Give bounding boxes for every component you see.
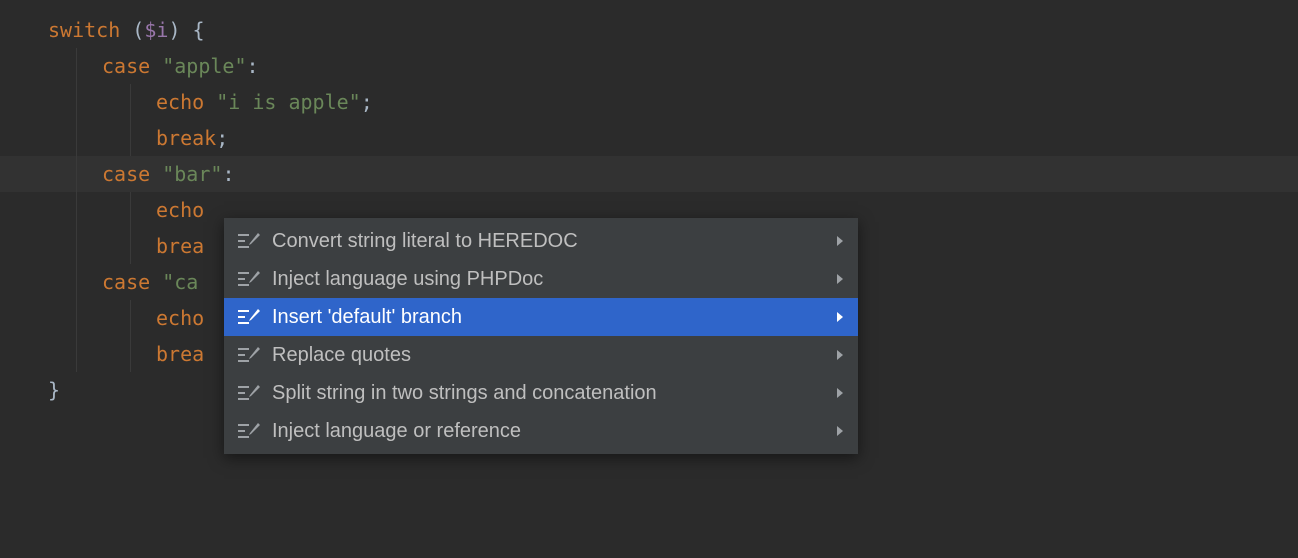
token-pun bbox=[150, 162, 162, 186]
menu-item-label: Convert string literal to HEREDOC bbox=[262, 230, 826, 253]
intention-icon bbox=[236, 347, 262, 363]
code-line-content: echo bbox=[48, 306, 204, 330]
token-pun: : bbox=[222, 162, 234, 186]
token-kw: case bbox=[102, 162, 150, 186]
menu-item[interactable]: Insert 'default' branch bbox=[224, 298, 858, 336]
menu-item-label: Inject language using PHPDoc bbox=[262, 268, 826, 291]
token-kw: echo bbox=[156, 90, 204, 114]
menu-item-label: Inject language or reference bbox=[262, 420, 826, 443]
code-line-content: echo bbox=[48, 198, 204, 222]
code-line-content: echo "i is apple"; bbox=[48, 90, 373, 114]
intention-icon bbox=[236, 423, 262, 439]
token-pun bbox=[204, 90, 216, 114]
menu-item[interactable]: Replace quotes bbox=[224, 336, 858, 374]
token-kw: echo bbox=[156, 198, 204, 222]
menu-item-label: Insert 'default' branch bbox=[262, 306, 826, 329]
token-kw: break bbox=[156, 126, 216, 150]
token-kw: case bbox=[102, 54, 150, 78]
code-line-content: brea bbox=[48, 342, 204, 366]
intention-icon bbox=[236, 233, 262, 249]
token-kw: brea bbox=[156, 342, 204, 366]
token-var: $i bbox=[144, 18, 168, 42]
token-pun: } bbox=[48, 378, 60, 402]
token-pun bbox=[150, 270, 162, 294]
intention-icon bbox=[236, 385, 262, 401]
token-kw: case bbox=[102, 270, 150, 294]
code-line[interactable]: case "apple": bbox=[0, 48, 1298, 84]
token-pun: ) { bbox=[168, 18, 204, 42]
chevron-right-icon bbox=[836, 273, 844, 285]
code-line[interactable]: echo "i is apple"; bbox=[0, 84, 1298, 120]
token-pun: ( bbox=[120, 18, 144, 42]
menu-item[interactable]: Inject language using PHPDoc bbox=[224, 260, 858, 298]
token-pun: ; bbox=[216, 126, 228, 150]
menu-item[interactable]: Inject language or reference bbox=[224, 412, 858, 450]
code-line[interactable]: break; bbox=[0, 120, 1298, 156]
code-line-content: } bbox=[48, 378, 60, 402]
intention-icon bbox=[236, 309, 262, 325]
code-line-content: case "apple": bbox=[48, 54, 259, 78]
menu-item-label: Split string in two strings and concaten… bbox=[262, 382, 826, 405]
chevron-right-icon bbox=[836, 425, 844, 437]
menu-item-label: Replace quotes bbox=[262, 344, 826, 367]
token-pun: : bbox=[247, 54, 259, 78]
token-kw: echo bbox=[156, 306, 204, 330]
code-line-content: brea bbox=[48, 234, 204, 258]
code-line[interactable]: case "bar": bbox=[0, 156, 1298, 192]
menu-item[interactable]: Split string in two strings and concaten… bbox=[224, 374, 858, 412]
menu-item[interactable]: Convert string literal to HEREDOC bbox=[224, 222, 858, 260]
token-str: "bar" bbox=[162, 162, 222, 186]
token-str: "apple" bbox=[162, 54, 246, 78]
token-str: "i is apple" bbox=[216, 90, 361, 114]
intention-icon bbox=[236, 271, 262, 287]
code-line[interactable]: switch ($i) { bbox=[0, 12, 1298, 48]
token-pun: ; bbox=[361, 90, 373, 114]
token-str: "ca bbox=[162, 270, 198, 294]
chevron-right-icon bbox=[836, 235, 844, 247]
intention-actions-menu[interactable]: Convert string literal to HEREDOC Inject … bbox=[224, 218, 858, 454]
code-line-content: case "ca bbox=[48, 270, 198, 294]
chevron-right-icon bbox=[836, 311, 844, 323]
chevron-right-icon bbox=[836, 387, 844, 399]
chevron-right-icon bbox=[836, 349, 844, 361]
token-pun bbox=[150, 54, 162, 78]
token-kw: switch bbox=[48, 18, 120, 42]
token-kw: brea bbox=[156, 234, 204, 258]
code-line-content: switch ($i) { bbox=[48, 18, 205, 42]
